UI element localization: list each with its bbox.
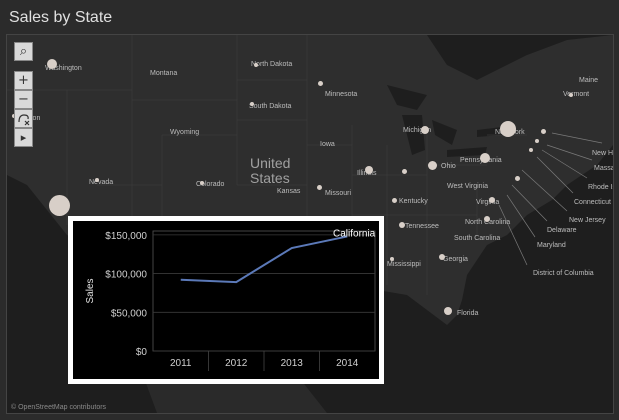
state-label: Mississippi: [387, 261, 421, 268]
state-mark-connecticut[interactable]: [529, 148, 533, 152]
state-mark-ohio[interactable]: [428, 161, 437, 170]
x-tick-label: 2014: [336, 358, 359, 369]
state-label: South Carolina: [454, 235, 501, 242]
state-label: Maine: [579, 77, 599, 84]
state-label: Ohio: [441, 163, 456, 170]
state-label: District of Columbia: [533, 270, 594, 277]
x-tick-label: 2011: [170, 358, 192, 369]
state-mark-nevada[interactable]: [95, 178, 99, 182]
sheet-title: Sales by State: [9, 9, 113, 26]
tooltip-panel: $0 $50,000 $100,000 $150,000 2011 2012 2013 201…: [68, 216, 384, 384]
state-label: Kentucky: [399, 198, 428, 205]
selection-tool-button[interactable]: [14, 109, 33, 128]
state-label: Massachusetts: [594, 165, 613, 172]
state-mark-virginia[interactable]: [489, 197, 495, 203]
plot-area: [152, 230, 376, 352]
y-axis-title: Sales: [85, 278, 96, 303]
state-label: Florida: [457, 310, 479, 317]
y-tick-label: $50,000: [111, 308, 148, 319]
state-mark-new-york[interactable]: [500, 121, 516, 137]
map-toolbar: ⌕ + − ▸: [14, 42, 33, 147]
zoom-in-button[interactable]: +: [14, 71, 33, 90]
state-mark-rhode-island[interactable]: [535, 139, 539, 143]
plus-icon: +: [18, 73, 29, 88]
state-label: Rhode Island: [588, 184, 613, 191]
x-tick-label: 2012: [225, 358, 248, 369]
country-label-line2: States: [250, 170, 290, 186]
series-line: [180, 235, 348, 284]
state-label: Montana: [150, 70, 178, 77]
state-mark-missouri[interactable]: [317, 185, 322, 190]
state-mark-washington[interactable]: [47, 59, 57, 69]
state-mark-colorado[interactable]: [200, 181, 204, 185]
state-mark-california[interactable]: [49, 195, 70, 216]
state-label: Minnesota: [325, 91, 358, 98]
state-label: Missouri: [325, 190, 352, 197]
state-mark-massachusetts[interactable]: [541, 129, 546, 134]
state-mark-new-jersey[interactable]: [515, 176, 520, 181]
state-mark-north-dakota[interactable]: [254, 63, 258, 67]
state-label: Vermont: [563, 91, 590, 98]
state-label: Connecticut: [574, 199, 611, 206]
state-mark-michigan[interactable]: [421, 126, 429, 134]
state-label: South Dakota: [249, 103, 292, 110]
state-mark-illinois[interactable]: [365, 166, 373, 174]
country-label: United States: [250, 156, 290, 186]
state-mark-indiana[interactable]: [402, 169, 407, 174]
minus-icon: −: [18, 92, 29, 107]
state-mark-kentucky[interactable]: [392, 198, 397, 203]
state-mark-mississippi[interactable]: [390, 257, 394, 261]
state-label: Wyoming: [170, 129, 200, 136]
state-label: Tennessee: [405, 223, 439, 230]
x-tick-label: 2013: [281, 358, 304, 369]
zoom-out-button[interactable]: −: [14, 90, 33, 109]
state-mark-maine[interactable]: [569, 93, 573, 97]
state-mark-florida[interactable]: [444, 307, 452, 315]
state-mark-north-carolina[interactable]: [484, 216, 490, 222]
state-label: Nevada: [89, 179, 114, 186]
y-tick-label: $0: [136, 347, 148, 358]
state-mark-georgia[interactable]: [439, 254, 445, 260]
lasso-select-icon: [17, 113, 29, 125]
state-label: West Virginia: [447, 183, 488, 190]
state-mark-south-dakota[interactable]: [250, 102, 254, 106]
y-tick-label: $150,000: [105, 231, 147, 242]
state-mark-pennsylvania[interactable]: [480, 153, 490, 163]
search-button[interactable]: ⌕: [14, 42, 33, 61]
sales-line-chart: $0 $50,000 $100,000 $150,000 2011 2012 2013 201…: [85, 228, 376, 371]
state-label: Virginia: [476, 199, 500, 206]
series-end-label: California: [333, 228, 376, 239]
expand-toolbar-button[interactable]: ▸: [14, 128, 33, 147]
state-label: New Jersey: [569, 217, 606, 224]
state-label: New Hampshire: [592, 150, 614, 157]
state-mark-minnesota[interactable]: [318, 81, 323, 86]
state-label: Delaware: [547, 227, 577, 234]
search-icon: ⌕: [19, 44, 28, 59]
state-label: Kansas: [277, 188, 301, 195]
play-icon: ▸: [20, 131, 27, 144]
state-label: Maryland: [537, 242, 566, 249]
state-label: Georgia: [443, 256, 468, 263]
country-label-line1: United: [250, 155, 291, 171]
y-tick-label: $100,000: [105, 270, 147, 281]
state-mark-tennessee[interactable]: [399, 222, 405, 228]
map-attribution: © OpenStreetMap contributors: [11, 404, 107, 411]
state-label: Iowa: [320, 141, 335, 148]
